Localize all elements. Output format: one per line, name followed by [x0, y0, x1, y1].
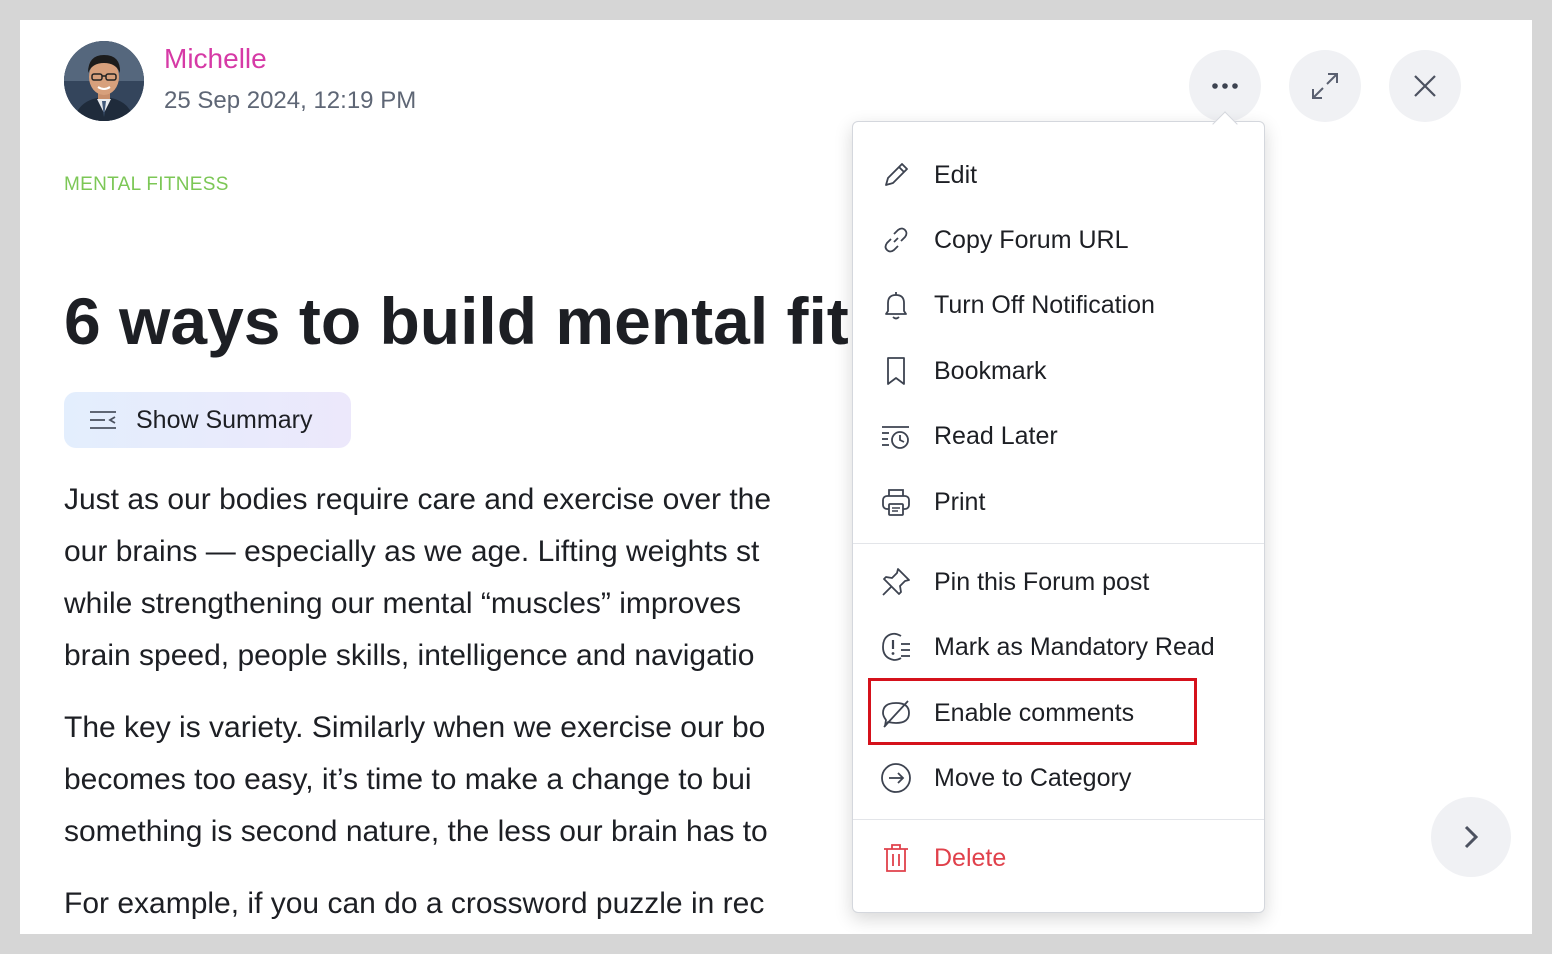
close-button[interactable] — [1389, 50, 1461, 122]
show-summary-button[interactable]: Show Summary — [64, 392, 351, 448]
arrow-circle-right-icon — [881, 763, 911, 793]
bookmark-icon — [887, 357, 905, 385]
menu-item-print[interactable]: Print — [853, 472, 1264, 532]
author-avatar[interactable] — [64, 41, 144, 121]
menu-divider — [853, 543, 1264, 544]
expand-icon — [1312, 73, 1338, 99]
post-date: 25 Sep 2024, 12:19 PM — [164, 87, 417, 114]
menu-item-mark-mandatory-read[interactable]: Mark as Mandatory Read — [853, 617, 1264, 677]
post-detail-card: Michelle 25 Sep 2024, 12:19 PM MENTAL FI… — [20, 20, 1532, 934]
mandatory-read-icon — [882, 632, 910, 661]
menu-item-pin-post[interactable]: Pin this Forum post — [853, 552, 1264, 612]
menu-item-read-later[interactable]: Read Later — [853, 406, 1264, 466]
bell-icon — [885, 292, 907, 320]
menu-item-delete[interactable]: Delete — [853, 828, 1264, 888]
read-later-icon — [882, 426, 909, 449]
comments-disabled-icon — [882, 700, 910, 728]
chevron-right-icon — [1464, 825, 1479, 849]
link-icon — [884, 227, 908, 253]
menu-item-enable-comments[interactable]: Enable comments — [853, 683, 1264, 743]
close-icon — [1414, 75, 1436, 97]
more-horizontal-icon — [1212, 83, 1238, 89]
category-tag[interactable]: MENTAL FITNESS — [64, 173, 229, 197]
more-options-menu: Edit Copy Forum URL Turn Off Notificatio… — [852, 121, 1265, 913]
expand-button[interactable] — [1289, 50, 1361, 122]
pencil-icon — [885, 163, 908, 186]
pin-icon — [882, 568, 910, 596]
menu-item-bookmark[interactable]: Bookmark — [853, 341, 1264, 401]
menu-item-copy-url[interactable]: Copy Forum URL — [853, 210, 1264, 270]
summary-icon — [90, 411, 116, 429]
menu-divider — [853, 819, 1264, 820]
menu-item-turn-off-notification[interactable]: Turn Off Notification — [853, 275, 1264, 335]
author-name[interactable]: Michelle — [164, 42, 267, 76]
menu-item-move-to-category[interactable]: Move to Category — [853, 748, 1264, 808]
show-summary-label: Show Summary — [136, 405, 313, 434]
printer-icon — [882, 489, 910, 516]
menu-item-edit[interactable]: Edit — [853, 145, 1264, 205]
next-post-button[interactable] — [1431, 797, 1511, 877]
trash-icon — [884, 844, 908, 872]
